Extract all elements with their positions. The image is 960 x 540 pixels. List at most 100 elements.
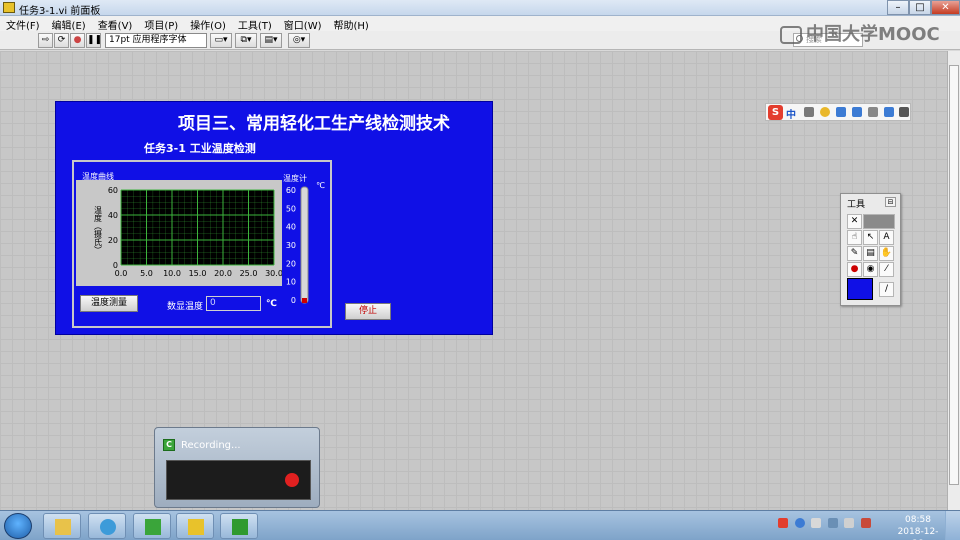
menu-operate[interactable]: 操作(O)	[184, 16, 232, 32]
thermometer-tick-label: 10	[286, 278, 296, 287]
tools-palette-close[interactable]: ⊟	[885, 197, 896, 207]
mooc-logo-icon	[780, 26, 802, 44]
breakpoint-icon[interactable]: ●	[847, 262, 862, 277]
browser-icon	[100, 519, 116, 535]
network-tray-icon[interactable]	[827, 518, 838, 528]
probe-icon[interactable]: ◉	[863, 262, 878, 277]
brush-icon[interactable]: /	[879, 282, 894, 297]
taskbar-camtasia[interactable]	[133, 513, 171, 539]
taskbar-explorer[interactable]	[43, 513, 81, 539]
emoji-icon[interactable]	[820, 107, 830, 117]
measure-button[interactable]: 温度测量	[80, 295, 138, 312]
camtasia-icon: C	[163, 439, 175, 451]
start-button[interactable]	[4, 513, 32, 539]
maximize-button[interactable]: □	[909, 0, 931, 15]
reorder-icon[interactable]: ◎▾	[288, 33, 310, 48]
window-titlebar: 任务3-1.vi 前面板	[0, 0, 960, 17]
thermometer-tick-label: 40	[286, 223, 296, 232]
labview-icon	[3, 2, 15, 13]
thermometer-tick-label: 20	[286, 259, 296, 268]
recording-window[interactable]: C Recording...	[154, 427, 320, 508]
x-tick-label: 20.0	[214, 269, 232, 278]
menu-tools[interactable]: 工具(T)	[232, 16, 278, 32]
sogou-icon[interactable]: S	[768, 105, 783, 120]
taskbar: 08:58 2018-12-28	[0, 510, 960, 540]
window-title: 任务3-1.vi 前面板	[19, 6, 101, 17]
numeric-unit: ℃	[266, 299, 277, 309]
panel-subtitle: 任务3-1 工业温度检测	[144, 142, 256, 155]
record-icon[interactable]	[285, 473, 299, 487]
shortcut-menu-icon[interactable]: ▤	[863, 246, 878, 261]
menu-help[interactable]: 帮助(H)	[328, 16, 375, 32]
recording-label: Recording...	[181, 440, 241, 451]
mooc-watermark: 中国大学MOOC	[780, 20, 940, 46]
minimize-button[interactable]: –	[887, 0, 909, 15]
wrench-icon[interactable]	[899, 107, 909, 117]
x-tick-label: 25.0	[240, 269, 258, 278]
security-tray-icon[interactable]	[860, 518, 871, 528]
y-tick-label: 20	[108, 236, 118, 245]
show-desktop-button[interactable]	[945, 511, 960, 540]
x-tick-label: 10.0	[163, 269, 181, 278]
menu-edit[interactable]: 编辑(E)	[46, 16, 92, 32]
ime-toolbar[interactable]: S 中	[765, 103, 911, 121]
labview-task-icon	[188, 519, 204, 535]
microphone-icon[interactable]	[836, 107, 846, 117]
waveform-chart[interactable]: 0204060 0.0 5.0 10.0 15.0 20.0 25.0 30.0 温度（摄氏…	[76, 180, 282, 286]
volume-tray-icon[interactable]	[844, 518, 854, 528]
x-tick-label: 30.0	[265, 269, 282, 278]
abort-icon[interactable]: ●	[70, 33, 85, 48]
set-color-icon[interactable]	[847, 278, 873, 300]
position-arrow-icon[interactable]: ↖	[863, 230, 878, 245]
get-color-icon[interactable]: ⁄	[879, 262, 894, 277]
flag-tray-icon[interactable]	[811, 518, 821, 528]
user-icon[interactable]	[868, 107, 878, 117]
menu-project[interactable]: 项目(P)	[138, 16, 184, 32]
thermometer-tick-label: 50	[286, 204, 296, 213]
tools-palette: 工具 ⊟ ✕ ☝ ↖ A ✎ ▤ ✋ ● ◉ ⁄ /	[840, 193, 901, 306]
taskbar-labview[interactable]	[176, 513, 214, 539]
resize-objects-icon[interactable]: ▤▾	[260, 33, 282, 48]
taskbar-browser[interactable]	[88, 513, 126, 539]
thermometer[interactable]: 0 10 20 30 40 50 60	[282, 180, 318, 308]
menu-window[interactable]: 窗口(W)	[278, 16, 328, 32]
help-tray-icon[interactable]	[794, 518, 805, 528]
scroll-hand-icon[interactable]: ✋	[879, 246, 894, 261]
sogou-tray-icon[interactable]	[778, 518, 788, 528]
auto-tool-icon[interactable]: ✕	[847, 214, 862, 229]
align-objects-icon[interactable]: ▭▾	[210, 33, 232, 48]
menu-view[interactable]: 查看(V)	[92, 16, 139, 32]
run-arrow-icon[interactable]: ⇨	[38, 33, 53, 48]
close-button[interactable]: ✕	[931, 0, 960, 15]
operate-hand-icon[interactable]: ☝	[847, 230, 862, 245]
vertical-scrollbar[interactable]	[947, 51, 960, 510]
recording-preview[interactable]	[166, 460, 311, 500]
taskbar-camtasia-recorder[interactable]	[220, 513, 258, 539]
y-tick-label: 60	[108, 186, 118, 195]
punctuation-icon[interactable]	[804, 107, 814, 117]
edit-text-icon[interactable]: A	[879, 230, 894, 245]
thermometer-tick-label: 30	[286, 241, 296, 250]
menu-file[interactable]: 文件(F)	[0, 16, 46, 32]
watermark-text: 中国大学MOOC	[806, 24, 940, 45]
stop-button[interactable]: 停止	[345, 303, 391, 320]
thermometer-fill	[302, 298, 307, 303]
skin-icon[interactable]	[884, 107, 894, 117]
tools-palette-title: 工具	[847, 200, 866, 210]
pause-icon[interactable]: ❚❚	[86, 33, 102, 48]
clock[interactable]: 08:58 2018-12-28	[896, 514, 940, 540]
font-select[interactable]: 17pt 应用程序字体	[105, 33, 207, 48]
keyboard-icon[interactable]	[852, 107, 862, 117]
auto-select-bar-icon[interactable]	[863, 214, 895, 229]
clock-date: 2018-12-28	[897, 527, 939, 540]
distribute-objects-icon[interactable]: ⧉▾	[235, 33, 257, 48]
connect-wire-icon[interactable]: ✎	[847, 246, 862, 261]
camtasia-task-icon	[145, 519, 161, 535]
numeric-label: 数显温度	[167, 302, 204, 312]
thermometer-tick-label: 0	[291, 296, 296, 305]
numeric-indicator: 0	[206, 296, 261, 311]
chinese-mode-icon[interactable]: 中	[786, 106, 796, 121]
run-continuously-icon[interactable]: ⟳	[54, 33, 69, 48]
scrollbar-thumb[interactable]	[949, 65, 959, 485]
thermometer-tube	[300, 186, 309, 304]
